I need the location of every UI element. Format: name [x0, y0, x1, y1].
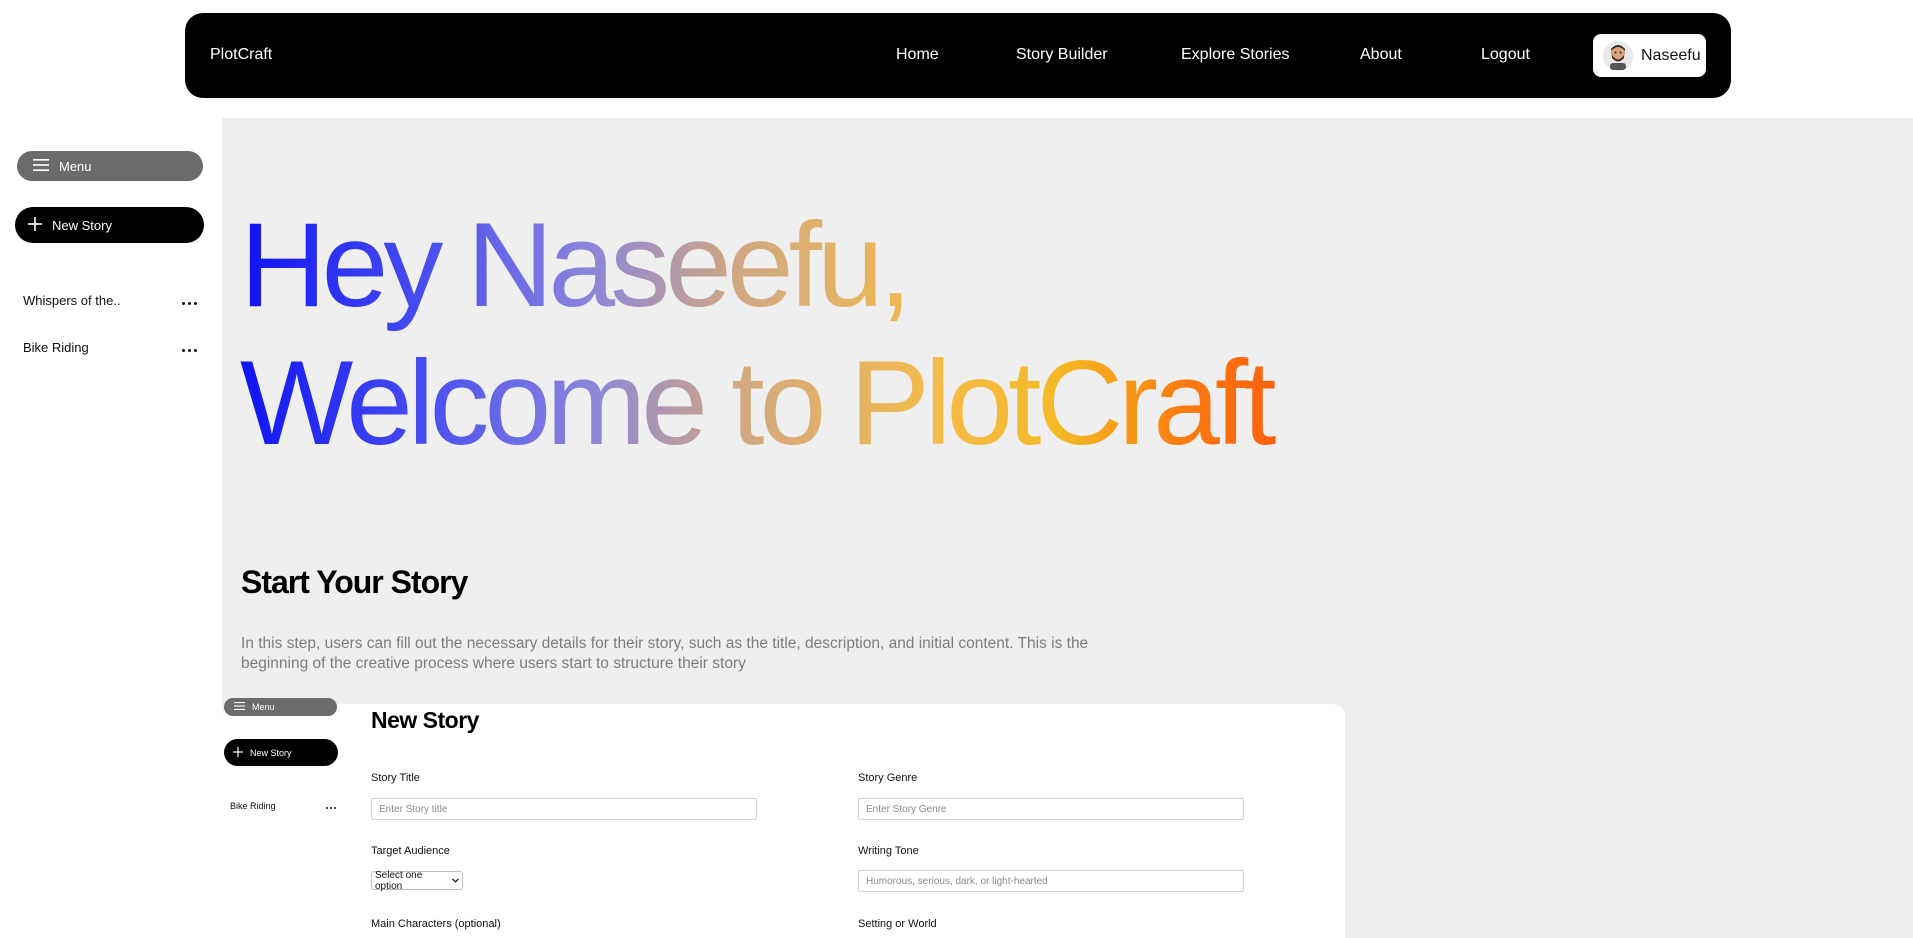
mini-menu-button[interactable]: Menu: [224, 698, 337, 716]
mini-sidebar-item-label: Bike Riding: [230, 801, 276, 811]
more-dots-icon[interactable]: [324, 801, 338, 815]
mini-new-story-label: New Story: [250, 747, 292, 758]
story-genre-label: Story Genre: [858, 772, 918, 784]
hero-greeting: Hey Naseefu,: [240, 198, 908, 332]
brand-logo[interactable]: PlotCraft: [210, 46, 272, 64]
more-dots-icon[interactable]: [179, 340, 199, 360]
story-genre-input[interactable]: [858, 798, 1244, 820]
chevron-down-icon: [452, 875, 459, 886]
nav-logout[interactable]: Logout: [1481, 46, 1530, 64]
nav-story-builder[interactable]: Story Builder: [1016, 46, 1108, 64]
user-profile-button[interactable]: Naseefu: [1593, 34, 1706, 77]
target-audience-label: Target Audience: [371, 845, 450, 857]
plus-icon: [233, 746, 243, 759]
mini-sidebar-item-bike-riding[interactable]: Bike Riding: [230, 801, 338, 815]
nav-explore-stories[interactable]: Explore Stories: [1181, 46, 1290, 64]
start-story-description: In this step, users can fill out the nec…: [241, 635, 1089, 672]
writing-tone-label: Writing Tone: [858, 845, 919, 857]
sidebar-item-bike-riding[interactable]: Bike Riding: [23, 340, 203, 360]
nav-about[interactable]: About: [1360, 46, 1402, 64]
new-story-label: New Story: [52, 217, 112, 233]
start-story-title: Start Your Story: [241, 564, 468, 600]
new-story-form: Menu New Story Bike Riding New Story Sto…: [222, 698, 1345, 938]
writing-tone-input[interactable]: [858, 870, 1244, 892]
sidebar: Menu New Story Whispers of the.. Bike Ri…: [0, 118, 222, 938]
hero-heading: Hey Naseefu, Welcome to PlotCraft: [240, 196, 1290, 472]
menu-label: Menu: [59, 158, 92, 174]
top-navbar: PlotCraft Home Story Builder Explore Sto…: [185, 13, 1731, 98]
main-characters-label: Main Characters (optional): [371, 918, 501, 930]
target-audience-select[interactable]: Select one option: [371, 869, 463, 892]
nav-home[interactable]: Home: [896, 46, 939, 64]
story-title-label: Story Title: [371, 772, 420, 784]
target-audience-value: Select one option: [375, 869, 423, 892]
new-story-button[interactable]: New Story: [15, 207, 204, 243]
avatar: [1603, 40, 1633, 71]
hamburger-icon: [234, 702, 245, 712]
sidebar-item-label: Whispers of the..: [23, 293, 121, 308]
sidebar-item-whispers[interactable]: Whispers of the..: [23, 293, 203, 313]
form-title: New Story: [371, 707, 479, 733]
setting-label: Setting or World: [858, 918, 937, 930]
mini-new-story-button[interactable]: New Story: [224, 739, 338, 766]
more-dots-icon[interactable]: [179, 293, 199, 313]
sidebar-item-label: Bike Riding: [23, 340, 89, 355]
hamburger-icon: [33, 158, 49, 174]
story-title-input[interactable]: [371, 798, 757, 820]
mini-menu-label: Menu: [252, 702, 275, 712]
menu-button[interactable]: Menu: [17, 151, 203, 181]
plus-icon: [28, 216, 42, 234]
hero-welcome: Welcome to PlotCraft: [240, 336, 1272, 470]
user-name: Naseefu: [1641, 46, 1701, 64]
